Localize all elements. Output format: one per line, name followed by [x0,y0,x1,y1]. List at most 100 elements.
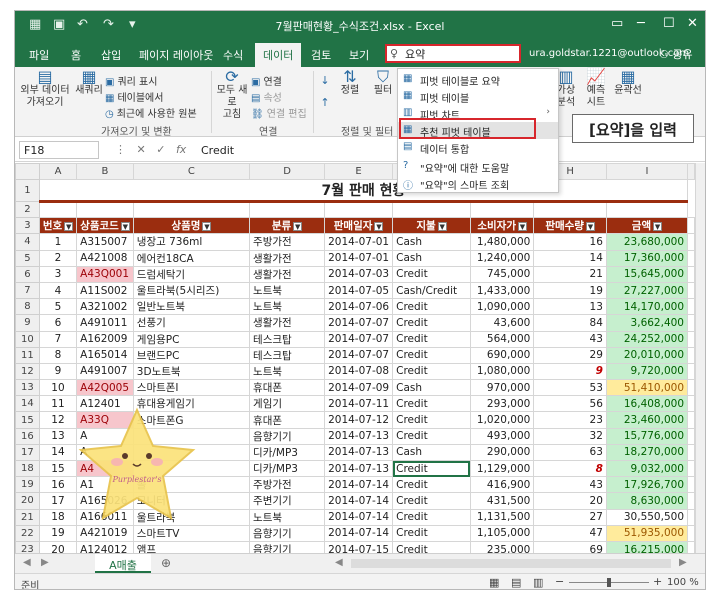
cell[interactable] [687,362,695,381]
filter-dropdown-icon[interactable]: ▼ [653,221,663,231]
insert-function-icon[interactable]: fx [176,143,186,156]
filter-dropdown-icon[interactable]: ▼ [374,221,384,231]
recent-sources-button[interactable]: ◷ 최근에 사용한 원본 [105,105,197,120]
maximize-icon[interactable]: ☐ [663,16,675,31]
filter-dropdown-icon[interactable]: ▼ [120,221,130,231]
scroll-right-icon[interactable]: ▶ [679,557,687,568]
cell[interactable]: 앰프 [132,540,251,553]
cell[interactable]: 음향기기 [249,540,326,553]
cell[interactable] [605,200,689,219]
cell[interactable]: 2014-07-09 [324,379,394,397]
cell[interactable]: Credit [392,411,471,429]
cell[interactable]: 에어컨18CA [132,249,251,267]
cell[interactable]: 7 [38,330,78,348]
cell[interactable]: 스마트TV [132,524,251,542]
cell[interactable]: 27 [533,508,607,526]
row-header[interactable]: 16 [15,427,40,445]
cell[interactable]: 16,408,000 [605,395,689,413]
cell[interactable]: 12 [38,411,78,429]
row-header[interactable]: 1 [15,179,40,202]
cell[interactable]: Credit [392,427,471,445]
cell[interactable]: 24,252,000 [605,330,689,348]
cell[interactable]: 생활가전 [249,265,326,283]
row-header[interactable]: 17 [15,443,40,462]
cell[interactable]: 2014-07-14 [324,524,394,542]
cell[interactable]: 스마트폰I [132,379,251,397]
cell[interactable]: 970,000 [469,379,535,397]
menu-item-pivot-summary[interactable]: ▦ 피벗 테이블로 요약 [398,71,558,88]
cell[interactable]: Cash [392,379,471,397]
cell[interactable]: 17 [38,492,78,510]
cell[interactable] [324,200,394,219]
cell[interactable]: A321002 [76,298,134,316]
cell[interactable]: 노트북 [249,362,326,381]
row-header[interactable]: 6 [15,265,40,283]
cell[interactable]: 냉장고 736ml [132,233,251,251]
cell[interactable] [392,200,471,219]
cell[interactable]: 2014-07-13 [324,459,394,478]
cell[interactable]: 16 [38,476,78,494]
cell[interactable]: 음향기기 [249,427,326,445]
cell[interactable]: 20 [38,540,78,553]
cell[interactable]: Credit [392,298,471,316]
cell[interactable]: A421008 [76,249,134,267]
cell[interactable] [687,298,695,316]
cell[interactable]: 2014-07-15 [324,540,394,553]
cell[interactable]: 2014-07-07 [324,346,394,364]
table-column-header[interactable]: 금액 ▼ [605,217,689,235]
sheet-title[interactable]: 7월 판매 현황 [38,179,689,203]
row-header[interactable]: 12 [15,362,40,381]
cell[interactable]: 17,926,700 [605,476,689,494]
cell[interactable]: A124012 [76,540,134,553]
tab-view[interactable]: 보기 [349,47,369,63]
cell[interactable]: 745,000 [469,265,535,283]
row-header[interactable]: 2 [15,200,40,219]
cell[interactable]: 1,480,000 [469,233,535,251]
edit-links-button[interactable]: ⛓ 연결 편집 [251,105,307,120]
cell[interactable]: 15,776,000 [605,427,689,445]
cell[interactable]: 564,000 [469,330,535,348]
cell[interactable]: 1,105,000 [469,524,535,542]
sort-button[interactable]: ⇅ 정렬 [337,69,363,97]
cell[interactable] [687,476,695,494]
cell[interactable]: 2014-07-11 [324,395,394,413]
cell[interactable] [76,200,134,219]
cell[interactable]: 6 [38,314,78,332]
formula-content[interactable]: Credit [201,144,234,157]
menu-item-pivot-table[interactable]: ▦ 피벗 테이블 [398,88,558,105]
cell[interactable]: 690,000 [469,346,535,364]
cell[interactable]: 19 [533,281,607,300]
table-column-header[interactable]: 상품명 ▼ [132,217,251,235]
cell[interactable]: 19 [38,524,78,542]
cell[interactable]: 10 [38,379,78,397]
cell[interactable]: 63 [533,443,607,462]
row-header[interactable]: 14 [15,395,40,413]
cell[interactable]: 53 [533,379,607,397]
ribbon-display-icon[interactable]: ▭ [611,16,623,31]
cell[interactable]: 69 [533,540,607,553]
cell[interactable]: Credit [392,395,471,413]
page-break-view-icon[interactable]: ▥ [533,576,543,589]
cell[interactable]: 휴대폰 [249,411,326,429]
menu-item-consolidate[interactable]: ▤ 데이터 통합 [398,139,558,156]
share-button[interactable]: ⚇ 공유 [659,46,693,62]
cell[interactable]: A43Q001 [76,265,134,283]
filter-dropdown-icon[interactable]: ▼ [585,221,595,231]
row-header[interactable]: 9 [15,314,40,332]
column-header[interactable]: B [76,163,134,180]
zoom-out-icon[interactable]: − [555,575,564,588]
external-data-button[interactable]: ▤ 외부 데이터 가져오기 [19,69,71,109]
cell[interactable]: 23,460,000 [605,411,689,429]
cell[interactable]: 15,645,000 [605,265,689,283]
cell[interactable]: 18,270,000 [605,443,689,462]
cell[interactable] [687,443,695,462]
cell[interactable]: 32 [533,427,607,445]
cell[interactable]: 2014-07-14 [324,492,394,510]
column-header[interactable]: D [249,163,326,180]
filter-dropdown-icon[interactable]: ▼ [437,221,447,231]
refresh-all-button[interactable]: ⟳ 모두 새로 고침 [215,69,249,121]
cell[interactable] [687,330,695,348]
cell[interactable] [687,411,695,429]
cell[interactable]: 2014-07-07 [324,314,394,332]
cell[interactable]: 9,720,000 [605,362,689,381]
